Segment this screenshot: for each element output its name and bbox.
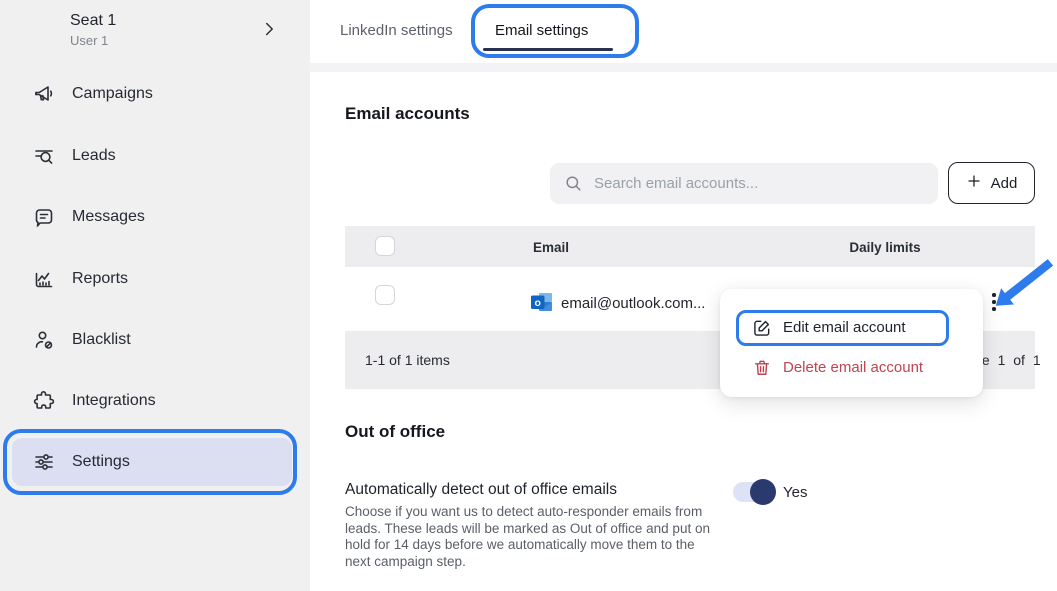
chat-bubble-icon	[32, 205, 56, 229]
menu-item-label: Delete email account	[783, 359, 923, 376]
email-accounts-heading: Email accounts	[345, 104, 470, 124]
toggle-value-label: Yes	[783, 484, 807, 501]
sidebar-item-blacklist[interactable]: Blacklist	[0, 318, 310, 362]
sliders-icon	[32, 450, 56, 474]
row-actions-kebab-icon[interactable]	[986, 288, 1002, 316]
menu-item-edit-email-account[interactable]: Edit email account	[720, 311, 983, 345]
sidebar-item-settings[interactable]: Settings	[12, 438, 292, 486]
out-of-office-heading: Out of office	[345, 422, 445, 442]
edit-pencil-icon	[752, 318, 772, 338]
chevron-right-icon[interactable]	[258, 18, 280, 40]
sidebar-item-label: Campaigns	[72, 85, 153, 103]
svg-text:o: o	[534, 297, 540, 309]
megaphone-icon	[32, 82, 56, 106]
out-of-office-toggle[interactable]	[733, 482, 773, 502]
active-tab-underline	[483, 48, 613, 51]
auto-detect-description: Choose if you want us to detect auto-res…	[345, 504, 721, 570]
column-header-daily-limits: Daily limits	[830, 240, 940, 255]
row-email-address: email@outlook.com...	[561, 295, 705, 312]
auto-detect-label: Automatically detect out of office email…	[345, 481, 617, 499]
user-blocked-icon	[32, 328, 56, 352]
plus-icon	[966, 173, 982, 193]
seat-selector[interactable]: Seat 1 User 1	[0, 8, 310, 60]
tab-email-settings[interactable]: Email settings	[495, 22, 588, 39]
sidebar-item-campaigns[interactable]: Campaigns	[0, 72, 310, 116]
chart-icon	[32, 267, 56, 291]
sidebar-item-label: Leads	[72, 147, 116, 165]
items-count: 1-1 of 1 items	[365, 352, 450, 368]
search-icon	[564, 174, 583, 193]
column-header-email: Email	[496, 240, 606, 255]
menu-item-delete-email-account[interactable]: Delete email account	[720, 351, 983, 385]
sidebar-item-messages[interactable]: Messages	[0, 195, 310, 239]
sidebar-item-label: Reports	[72, 270, 128, 288]
sidebar-item-label: Integrations	[72, 392, 156, 410]
toggle-knob	[750, 479, 776, 505]
outlook-icon: o	[529, 290, 554, 315]
sidebar-item-integrations[interactable]: Integrations	[0, 379, 310, 423]
sidebar-item-label: Blacklist	[72, 331, 131, 349]
sidebar-item-reports[interactable]: Reports	[0, 257, 310, 301]
puzzle-icon	[32, 389, 56, 413]
search-input[interactable]	[550, 163, 938, 204]
seat-subtitle: User 1	[70, 33, 108, 48]
seat-title: Seat 1	[70, 12, 116, 30]
menu-item-label: Edit email account	[783, 319, 906, 336]
search-email-accounts	[550, 163, 938, 204]
select-all-checkbox[interactable]	[375, 236, 395, 256]
sidebar-item-label: Messages	[72, 208, 145, 226]
tab-linkedin-settings[interactable]: LinkedIn settings	[340, 22, 453, 39]
row-actions-menu: Edit email account Delete email account	[720, 289, 983, 397]
list-search-icon	[32, 144, 56, 168]
sidebar-item-leads[interactable]: Leads	[0, 134, 310, 178]
row-checkbox[interactable]	[375, 285, 395, 305]
header-divider	[310, 63, 1057, 72]
add-button-label: Add	[991, 175, 1018, 192]
trash-icon	[752, 358, 772, 378]
add-button[interactable]: Add	[948, 162, 1035, 204]
sidebar-item-label: Settings	[72, 453, 130, 471]
sidebar: Seat 1 User 1 Campaigns Leads Messages	[0, 0, 310, 591]
